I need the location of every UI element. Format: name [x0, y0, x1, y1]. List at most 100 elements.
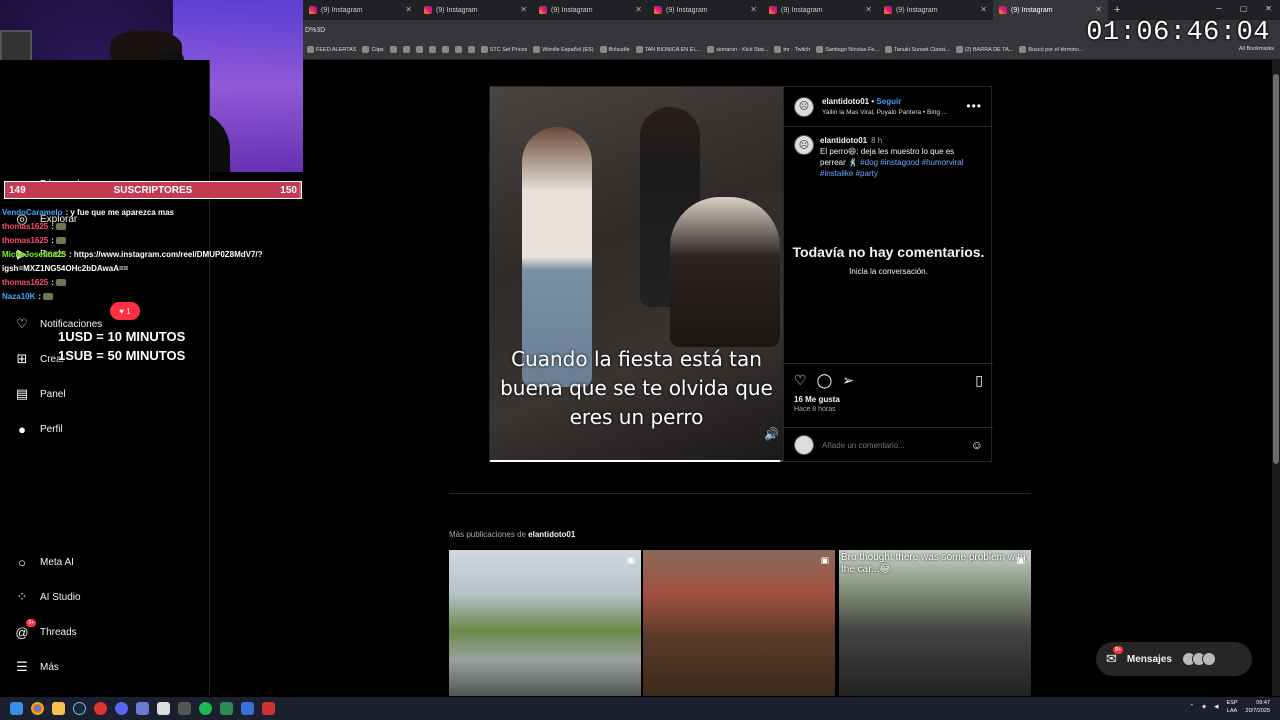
bookmark-item[interactable]: [454, 46, 462, 53]
browser-tab[interactable]: (9) Instagram ✕: [763, 0, 878, 20]
app-icon[interactable]: [178, 702, 191, 715]
minimize-icon[interactable]: ─: [1216, 4, 1222, 13]
maximize-icon[interactable]: ▢: [1240, 4, 1248, 13]
profile-avatar-icon: ●: [18, 421, 26, 437]
app-icon[interactable]: [241, 702, 254, 715]
instagram-sidebar: ⌕Búsqueda◎Explorar▶Reels♡Notificaciones⊞…: [0, 60, 210, 696]
like-count[interactable]: 16 Me gusta: [794, 395, 983, 404]
bookmark-favicon-icon: [307, 46, 314, 53]
spotify-icon[interactable]: [199, 702, 212, 715]
network-icon[interactable]: ◈: [1202, 704, 1206, 710]
app-icon[interactable]: [220, 702, 233, 715]
browser-tab[interactable]: (9) Instagram ✕: [533, 0, 648, 20]
more-post-thumbnail[interactable]: ▣: [643, 550, 835, 696]
reel-video[interactable]: Cuando la fiesta está tan buena que se t…: [490, 87, 783, 462]
scrollbar-thumb[interactable]: [1273, 74, 1279, 464]
hashtag-link[interactable]: #party: [856, 169, 878, 178]
bookmark-item[interactable]: [467, 46, 475, 53]
page-scrollbar[interactable]: [1272, 60, 1280, 696]
sidebar-item-aistudio[interactable]: ⁘ AI Studio: [14, 589, 81, 605]
bookmark-favicon-icon: [441, 46, 449, 53]
bookmark-item[interactable]: [428, 46, 436, 53]
bookmark-item[interactable]: [389, 46, 397, 53]
bookmark-item[interactable]: STC Set Prices: [480, 46, 527, 53]
bookmark-item[interactable]: sionaron - Kick Stat...: [707, 46, 768, 53]
tab-close-icon[interactable]: ✕: [980, 5, 987, 14]
tab-close-icon[interactable]: ✕: [865, 5, 872, 14]
bookmark-item[interactable]: Wordle Español (ES): [533, 46, 594, 53]
browser-tab[interactable]: (9) Instagram ✕: [878, 0, 993, 20]
instagram-favicon-icon: [884, 6, 892, 14]
sidebar-item-threads[interactable]: @9+ Threads: [14, 619, 77, 640]
video-progress-bar[interactable]: [490, 460, 783, 462]
hashtag-link[interactable]: #dog: [860, 158, 878, 167]
chrome-icon[interactable]: [31, 702, 44, 715]
bookmark-save-icon[interactable]: ▯: [975, 372, 983, 389]
hashtag-link[interactable]: #humorviral: [922, 158, 964, 167]
tab-close-icon[interactable]: ✕: [635, 5, 642, 14]
file-explorer-icon[interactable]: [52, 702, 65, 715]
browser-tab[interactable]: (9) Instagram ✕: [993, 0, 1108, 20]
tab-close-icon[interactable]: ✕: [405, 5, 412, 14]
steam-icon[interactable]: [73, 702, 86, 715]
sidebar-item-metaai[interactable]: ○ Meta AI: [14, 554, 74, 570]
tray-chevron-icon[interactable]: ⌃: [1189, 704, 1194, 710]
windows-start-icon[interactable]: [10, 702, 23, 715]
tab-close-icon[interactable]: ✕: [750, 5, 757, 14]
comment-input[interactable]: [822, 440, 971, 450]
music-info[interactable]: Yailin la Mas Viral, Puyalo Pantera • Bi…: [822, 107, 947, 118]
system-clock[interactable]: 09:47 20/7/2025: [1246, 699, 1270, 715]
bookmark-item[interactable]: [402, 46, 410, 53]
bookmark-favicon-icon: [389, 46, 397, 53]
speaker-icon[interactable]: ◀: [1214, 704, 1218, 710]
system-tray: ⌃ ◈ ◀ ESP LAA 09:47 20/7/2025: [1189, 699, 1270, 715]
bookmark-item[interactable]: Buscó por el término...: [1019, 46, 1083, 53]
app-icon[interactable]: [136, 702, 149, 715]
tab-close-icon[interactable]: ✕: [1095, 5, 1102, 14]
like-heart-icon[interactable]: ♡: [794, 372, 807, 389]
bookmark-item[interactable]: tnr - Twitch: [774, 46, 810, 53]
app-icon[interactable]: [157, 702, 170, 715]
more-posts-username[interactable]: elantidoto01: [528, 530, 575, 539]
bookmark-item[interactable]: [415, 46, 423, 53]
bookmark-favicon-icon: [362, 46, 370, 53]
bookmark-item[interactable]: Bolsudle: [599, 46, 630, 53]
language-indicator[interactable]: ESP LAA: [1227, 699, 1238, 715]
bookmark-item[interactable]: Clips: [362, 46, 384, 53]
author-avatar[interactable]: ☹: [794, 96, 814, 117]
author-username[interactable]: elantidoto01: [822, 97, 869, 106]
obs-icon[interactable]: [94, 702, 107, 715]
browser-tab[interactable]: (9) Instagram ✕: [418, 0, 533, 20]
bookmark-item[interactable]: Tanuki Sunset Classi...: [885, 46, 950, 53]
hashtag-link[interactable]: #instalike: [820, 169, 853, 178]
caption-username[interactable]: elantidoto01: [820, 136, 867, 145]
sidebar-item-perfil[interactable]: ● Perfil: [14, 421, 63, 437]
sidebar-item-ms[interactable]: ☰ Más: [14, 659, 59, 675]
app-icon[interactable]: [262, 702, 275, 715]
bookmark-favicon-icon: [707, 46, 715, 53]
follow-button[interactable]: Seguir: [876, 97, 901, 106]
volume-icon[interactable]: 🔊: [764, 427, 779, 441]
share-send-icon[interactable]: ➢: [842, 372, 854, 389]
more-post-thumbnail[interactable]: Bro thought there was some problem with …: [839, 550, 1031, 696]
bookmark-item[interactable]: Santiago Nicolas Fe...: [816, 46, 879, 53]
emoji-smiley-icon[interactable]: ☺: [971, 438, 983, 452]
more-options-icon[interactable]: •••: [966, 99, 982, 113]
new-tab-button[interactable]: +: [1114, 4, 1120, 16]
discord-icon[interactable]: [115, 702, 128, 715]
bookmark-item[interactable]: (2) BARRA DE TA...: [955, 46, 1013, 53]
caption-avatar[interactable]: ☹: [794, 135, 814, 155]
bookmark-item[interactable]: [441, 46, 449, 53]
bookmark-item[interactable]: TAN BIONICA EN EL...: [635, 46, 701, 53]
more-post-thumbnail[interactable]: ▣: [449, 550, 641, 696]
messages-button[interactable]: ✉ 9+ Mensajes: [1096, 642, 1252, 676]
comment-bubble-icon[interactable]: ◯: [817, 372, 833, 389]
sidebar-item-panel[interactable]: ▤ Panel: [14, 386, 66, 402]
hashtag-link[interactable]: #instagood: [880, 158, 919, 167]
browser-tab[interactable]: (9) Instagram ✕: [303, 0, 418, 20]
video-progress-fill: [490, 460, 781, 462]
close-window-icon[interactable]: ✕: [1265, 4, 1272, 13]
bookmark-item[interactable]: FEED ALERTAS: [307, 46, 356, 53]
tab-close-icon[interactable]: ✕: [520, 5, 527, 14]
browser-tab[interactable]: (9) Instagram ✕: [648, 0, 763, 20]
